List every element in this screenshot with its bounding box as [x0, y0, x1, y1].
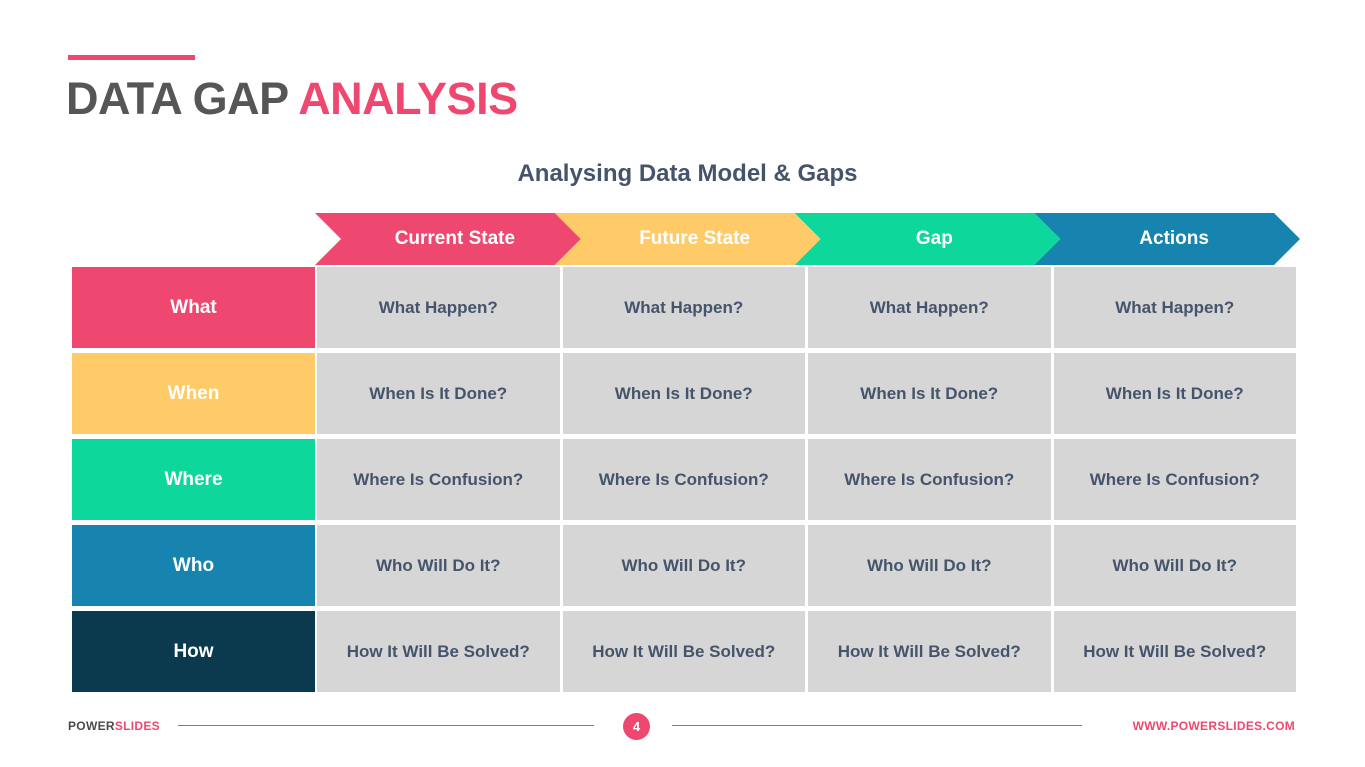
matrix-cell-text: Who Will Do It? — [1112, 555, 1237, 575]
matrix-cell[interactable]: Where Is Confusion? — [1053, 439, 1296, 520]
matrix-cell[interactable]: How It Will Be Solved? — [562, 611, 805, 692]
matrix-cell-text: Who Will Do It? — [376, 555, 501, 575]
matrix-cell-text: When Is It Done? — [860, 383, 999, 403]
matrix-row: What What Happen? What Happen? What Happen?… — [72, 267, 1296, 348]
row-label-text: When — [167, 382, 220, 404]
row-label-text: What — [170, 296, 217, 318]
matrix-cell[interactable]: When Is It Done? — [562, 353, 805, 434]
column-header-1[interactable]: Current State — [315, 213, 581, 265]
matrix-cell[interactable]: Who Will Do It? — [808, 525, 1051, 606]
matrix-cell-text: When Is It Done? — [1105, 383, 1244, 403]
matrix-cell-text: Where Is Confusion? — [1089, 469, 1260, 489]
row-label-text: Where — [164, 468, 223, 490]
matrix-cell-text: How It Will Be Solved? — [837, 641, 1021, 661]
page-title-primary: DATA GAP — [66, 73, 288, 124]
matrix-cell-text: When Is It Done? — [369, 383, 508, 403]
matrix-cell[interactable]: What Happen? — [808, 267, 1051, 348]
matrix-cell[interactable]: What Happen? — [562, 267, 805, 348]
matrix-cell-text: What Happen? — [869, 297, 989, 317]
matrix-row-cells: Who Will Do It? Who Will Do It? Who Will D… — [317, 525, 1296, 606]
matrix-cell-text: Where Is Confusion? — [598, 469, 769, 489]
column-header-row: Current State Future State Gap Actions — [315, 213, 1300, 265]
column-header-label: Gap — [915, 228, 953, 249]
matrix-cell[interactable]: What Happen? — [317, 267, 560, 348]
site-url: WWW.POWERSLIDES.COM — [1132, 719, 1295, 733]
brand-name-accent: SLIDES — [114, 719, 160, 733]
matrix-cell[interactable]: When Is It Done? — [808, 353, 1051, 434]
column-header-label: Future State — [639, 228, 751, 249]
matrix-cell[interactable]: Who Will Do It? — [317, 525, 560, 606]
row-label-how[interactable]: How — [72, 611, 315, 692]
row-label-who[interactable]: Who — [72, 525, 315, 606]
matrix-cell-text: What Happen? — [1115, 297, 1235, 317]
page-title: DATA GAP ANALYSIS — [66, 68, 518, 130]
row-label-text: How — [173, 640, 214, 662]
matrix-cell-text: What Happen? — [624, 297, 744, 317]
matrix-cell-text: Where Is Confusion? — [844, 469, 1015, 489]
matrix-cell[interactable]: How It Will Be Solved? — [808, 611, 1051, 692]
matrix-row-cells: How It Will Be Solved? How It Will Be Sol… — [317, 611, 1296, 692]
matrix-cell[interactable]: Where Is Confusion? — [808, 439, 1051, 520]
matrix-cell-text: What Happen? — [378, 297, 498, 317]
matrix-cell-text: How It Will Be Solved? — [346, 641, 530, 661]
footer-rule-right — [672, 725, 1082, 726]
slide-footer: POWERSLIDES 4 WWW.POWERSLIDES.COM — [0, 705, 1365, 755]
matrix-cell-text: How It Will Be Solved? — [592, 641, 776, 661]
matrix-row: When When Is It Done? When Is It Done? When… — [72, 353, 1296, 434]
matrix-cell[interactable]: Where Is Confusion? — [562, 439, 805, 520]
gap-analysis-matrix: What What Happen? What Happen? What Happen?… — [72, 267, 1296, 695]
matrix-cell-text: Who Will Do It? — [621, 555, 746, 575]
column-header-label: Current State — [394, 228, 516, 249]
matrix-row: Who Who Will Do It? Who Will Do It? Who Wil… — [72, 525, 1296, 606]
title-accent-bar — [68, 55, 195, 60]
matrix-row-cells: What Happen? What Happen? What Happen? What… — [317, 267, 1296, 348]
column-header-3[interactable]: Gap — [795, 213, 1061, 265]
page-title-accent: ANALYSIS — [298, 73, 518, 124]
matrix-cell-text: Where Is Confusion? — [353, 469, 524, 489]
row-label-where[interactable]: Where — [72, 439, 315, 520]
footer-rule-left — [178, 725, 594, 726]
matrix-cell-text: Who Will Do It? — [867, 555, 992, 575]
matrix-row: Where Where Is Confusion? Where Is Confusi… — [72, 439, 1296, 520]
matrix-row: How How It Will Be Solved? How It Will Be … — [72, 611, 1296, 692]
brand-logo: POWERSLIDES — [68, 719, 160, 733]
matrix-cell-text: How It Will Be Solved? — [1083, 641, 1267, 661]
subtitle-text: Analysing Data Model & Gaps — [517, 160, 858, 187]
matrix-cell-text: When Is It Done? — [614, 383, 753, 403]
matrix-cell[interactable]: What Happen? — [1053, 267, 1296, 348]
matrix-row-cells: When Is It Done? When Is It Done? When Is … — [317, 353, 1296, 434]
row-label-when[interactable]: When — [72, 353, 315, 434]
subtitle: Analysing Data Model & Gaps — [0, 160, 1365, 188]
page-number-badge: 4 — [623, 713, 650, 740]
matrix-cell[interactable]: Where Is Confusion? — [317, 439, 560, 520]
row-label-text: Who — [172, 554, 215, 576]
row-label-what[interactable]: What — [72, 267, 315, 348]
matrix-cell[interactable]: How It Will Be Solved? — [317, 611, 560, 692]
matrix-cell[interactable]: When Is It Done? — [1053, 353, 1296, 434]
matrix-cell[interactable]: When Is It Done? — [317, 353, 560, 434]
brand-name-primary: POWER — [68, 719, 115, 733]
matrix-cell[interactable]: How It Will Be Solved? — [1053, 611, 1296, 692]
column-header-label: Actions — [1139, 228, 1209, 249]
matrix-cell[interactable]: Who Will Do It? — [1053, 525, 1296, 606]
matrix-row-cells: Where Is Confusion? Where Is Confusion? Wh… — [317, 439, 1296, 520]
matrix-cell[interactable]: Who Will Do It? — [562, 525, 805, 606]
column-header-4[interactable]: Actions — [1034, 213, 1300, 265]
column-header-2[interactable]: Future State — [555, 213, 821, 265]
